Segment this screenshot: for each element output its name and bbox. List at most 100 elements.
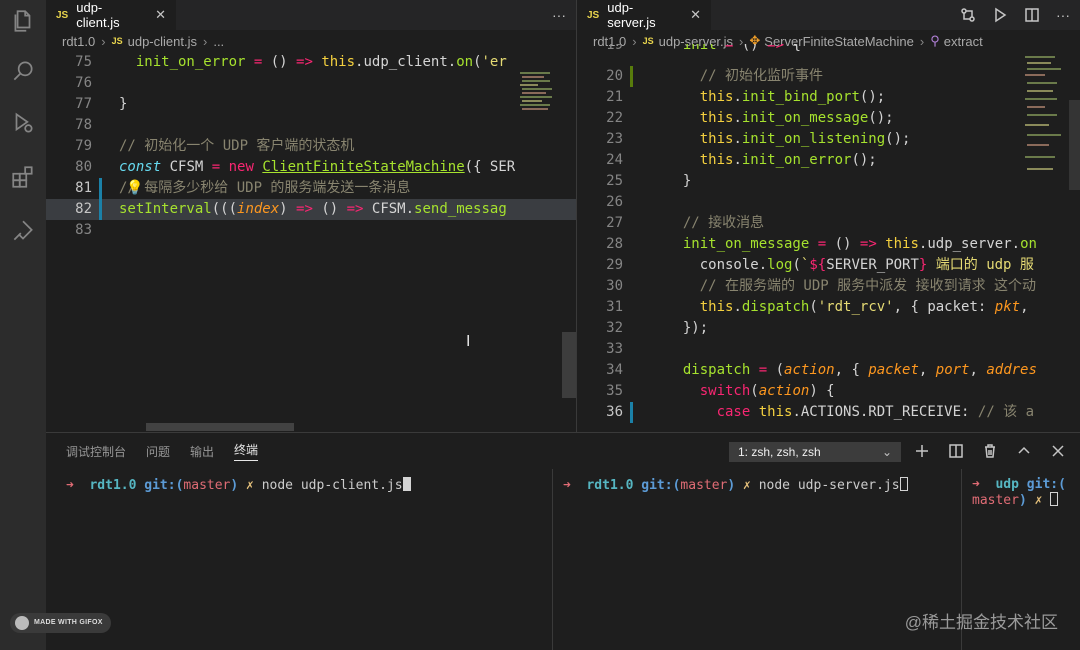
dirty-mark-icon: ✗ bbox=[743, 478, 751, 493]
terminal-branch: master bbox=[972, 493, 1019, 508]
line-number: 22 bbox=[606, 110, 623, 126]
breadcrumb-file[interactable]: udp-client.js bbox=[128, 34, 197, 49]
prompt-arrow-icon: ➜ bbox=[66, 478, 74, 493]
gutter-modified-marker bbox=[630, 402, 633, 423]
line-number: 35 bbox=[606, 383, 623, 399]
terminal-select[interactable]: 1: zsh, zsh, zsh ⌄ bbox=[729, 442, 901, 462]
code-line: 31 this.dispatch('rdt_rcv', { packet: pk… bbox=[577, 297, 1080, 318]
tab-label: udp-client.js bbox=[76, 0, 120, 30]
line-number: 34 bbox=[606, 362, 623, 378]
terminal-select-value: 1: zsh, zsh, zsh bbox=[738, 445, 821, 459]
remote-icon[interactable] bbox=[8, 216, 38, 246]
code-editor[interactable]: 75 init_on_error = () => this.udp_client… bbox=[46, 52, 576, 432]
more-actions-icon[interactable]: ··· bbox=[552, 7, 566, 23]
code-line: 78 bbox=[46, 115, 576, 136]
prompt-arrow-icon: ➜ bbox=[563, 478, 571, 493]
add-terminal-icon[interactable] bbox=[914, 443, 930, 459]
terminal-pane-1[interactable]: ➜ rdt1.0 git:(master) ✗ node udp-client.… bbox=[46, 469, 551, 650]
terminal-cursor bbox=[1050, 492, 1059, 506]
terminal-git: git:( bbox=[1026, 477, 1066, 492]
code-line: 27 // 接收消息 bbox=[577, 213, 1080, 234]
editor-actions: ··· bbox=[960, 0, 1070, 30]
tab-debug-console[interactable]: 调试控制台 bbox=[66, 443, 126, 460]
terminal-cursor bbox=[899, 477, 908, 491]
trash-icon[interactable] bbox=[982, 443, 998, 459]
run-debug-icon[interactable] bbox=[8, 108, 38, 138]
editor-group-right: JS udp-server.js ✕ ··· rdt1.0 › JS udp-s… bbox=[577, 0, 1080, 432]
terminal-pane-2[interactable]: ➜ rdt1.0 git:(master) ✗ node udp-server.… bbox=[552, 469, 960, 650]
minimap[interactable] bbox=[1023, 52, 1067, 432]
search-icon[interactable] bbox=[8, 56, 38, 86]
terminal-command: node udp-server.js bbox=[758, 478, 900, 493]
tab-label: udp-server.js bbox=[607, 0, 656, 30]
code-line: 22 this.init_on_message(); bbox=[577, 108, 1080, 129]
gifox-logo-icon bbox=[15, 616, 29, 630]
line-number: 32 bbox=[606, 320, 623, 336]
chevron-up-icon[interactable] bbox=[1016, 443, 1032, 459]
lightbulb-icon[interactable]: 💡 bbox=[126, 178, 143, 199]
line-number: 29 bbox=[606, 257, 623, 273]
code-text: this.init_bind_port(); bbox=[699, 89, 886, 105]
terminal-prompt: ➜ udp git:( master) ✗ bbox=[972, 477, 1066, 508]
panel-tabs: 调试控制台 问题 输出 终端 bbox=[66, 433, 259, 469]
terminal-dir: rdt1.0 bbox=[586, 478, 634, 493]
tab-bar: JS udp-server.js ✕ ··· bbox=[577, 0, 1080, 30]
code-comment: // 在服务端的 UDP 服务中派发 接收到请求 这个动 bbox=[666, 278, 1037, 294]
split-editor-icon[interactable] bbox=[1024, 7, 1040, 23]
open-changes-icon[interactable] bbox=[960, 7, 976, 23]
tab-udp-client[interactable]: JS udp-client.js ✕ bbox=[46, 0, 176, 30]
code-line: 24 this.init_on_error(); bbox=[577, 150, 1080, 171]
terminal-git-close: ) bbox=[230, 478, 239, 493]
terminal-prompt: ➜ rdt1.0 git:(master) ✗ node udp-server.… bbox=[563, 477, 908, 493]
vertical-scrollbar[interactable] bbox=[562, 332, 576, 398]
watermark: @稀土掘金技术社区 bbox=[904, 613, 1058, 632]
breadcrumb-more[interactable]: ... bbox=[213, 34, 224, 49]
code-line: 20 // 初始化监听事件 bbox=[577, 66, 1080, 87]
tab-problems[interactable]: 问题 bbox=[146, 443, 170, 460]
split-terminal-icon[interactable] bbox=[948, 443, 964, 459]
code-text: dispatch = (action, { packet, port, addr… bbox=[682, 362, 1037, 378]
close-icon[interactable]: ✕ bbox=[155, 7, 166, 23]
minimap[interactable] bbox=[516, 52, 560, 432]
code-line: 33 bbox=[577, 339, 1080, 360]
explorer-icon[interactable] bbox=[8, 6, 38, 36]
code-line: 21 this.init_bind_port(); bbox=[577, 87, 1080, 108]
editor-group-left: JS udp-client.js ✕ ··· rdt1.0 › JS udp-c… bbox=[46, 0, 576, 432]
vertical-scrollbar[interactable] bbox=[1069, 100, 1080, 190]
dirty-mark-icon: ✗ bbox=[1034, 493, 1043, 508]
terminal-git: git:( bbox=[641, 478, 681, 493]
tab-bar: JS udp-client.js ✕ ··· bbox=[46, 0, 576, 30]
line-number: 26 bbox=[606, 194, 623, 210]
breadcrumb-folder[interactable]: rdt1.0 bbox=[62, 34, 95, 49]
code-line: 80 const CFSM = new ClientFiniteStateMach… bbox=[46, 157, 576, 178]
code-line: 36 case this.ACTIONS.RDT_RECEIVE: // 该 a bbox=[577, 402, 1080, 423]
gifox-label: MADE WITH GIFOX bbox=[34, 619, 103, 626]
line-number: 30 bbox=[606, 278, 623, 294]
code-editor[interactable]: 19 init = () => { 20 // 初始化监听事件 21 this.… bbox=[577, 44, 1080, 432]
code-line-selected: 82 setInterval(((index) => () => CFSM.sen… bbox=[46, 199, 576, 220]
tab-output[interactable]: 输出 bbox=[190, 443, 214, 460]
chevron-right-icon: › bbox=[101, 33, 106, 49]
code-line: 77} bbox=[46, 94, 576, 115]
run-icon[interactable] bbox=[992, 7, 1008, 23]
js-file-icon: JS bbox=[587, 9, 600, 21]
activity-bar bbox=[0, 0, 46, 650]
terminal-git-close: ) bbox=[1018, 493, 1027, 508]
tab-terminal[interactable]: 终端 bbox=[234, 441, 259, 461]
line-number: 28 bbox=[606, 236, 623, 252]
close-icon[interactable]: ✕ bbox=[690, 7, 701, 23]
tab-udp-server[interactable]: JS udp-server.js ✕ bbox=[577, 0, 711, 30]
code-text: setInterval(((index) => () => CFSM.send_… bbox=[119, 201, 507, 217]
extensions-icon[interactable] bbox=[8, 162, 38, 192]
line-number: 77 bbox=[75, 96, 92, 112]
close-icon[interactable] bbox=[1050, 443, 1066, 459]
text-cursor-icon: I bbox=[466, 333, 471, 350]
more-actions-icon[interactable]: ··· bbox=[1056, 7, 1070, 23]
js-file-icon: JS bbox=[111, 36, 123, 46]
code-line-partial: 19 init = () => { bbox=[577, 44, 1080, 56]
breadcrumb: rdt1.0 › JS udp-client.js › ... bbox=[46, 30, 576, 52]
editor-actions: ··· bbox=[552, 0, 566, 30]
line-number: 25 bbox=[606, 173, 623, 189]
horizontal-scrollbar[interactable] bbox=[146, 423, 294, 431]
code-line: 25 } bbox=[577, 171, 1080, 192]
